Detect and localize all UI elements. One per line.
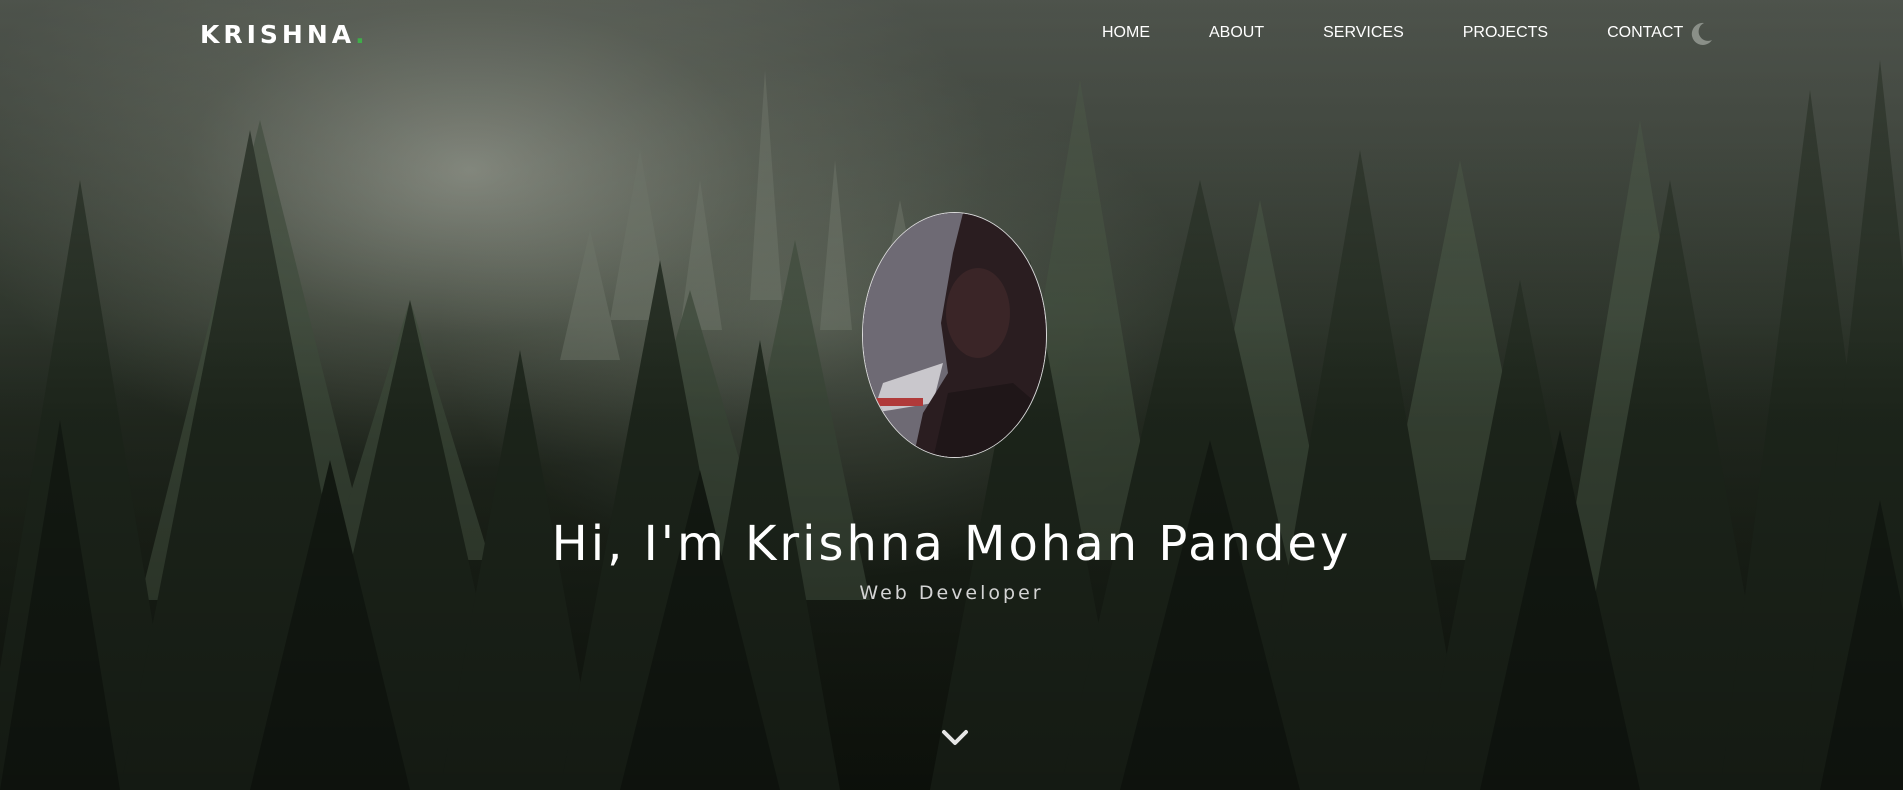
main-nav: HOME ABOUT SERVICES PROJECTS CONTACT	[1102, 24, 1742, 42]
hero-section: KRISHNA. HOME ABOUT SERVICES PROJECTS CO…	[0, 0, 1903, 790]
nav-item-services[interactable]: SERVICES	[1323, 24, 1404, 42]
brand-logo[interactable]: KRISHNA.	[200, 20, 365, 49]
nav-item-projects[interactable]: PROJECTS	[1463, 24, 1548, 42]
nav-item-about[interactable]: ABOUT	[1209, 24, 1264, 42]
scroll-down-button[interactable]	[940, 727, 970, 749]
nav-item-home[interactable]: HOME	[1102, 24, 1150, 42]
chevron-down-icon	[942, 730, 968, 745]
brand-name: KRISHNA	[200, 20, 356, 49]
brand-logo-dot: .	[355, 20, 365, 49]
theme-toggle-button[interactable]	[1687, 20, 1715, 48]
profile-photo	[862, 212, 1047, 458]
hero-subtitle: Web Developer	[859, 582, 1044, 604]
hero-title: Hi, I'm Krishna Mohan Pandey	[551, 516, 1352, 572]
nav-item-contact[interactable]: CONTACT	[1607, 24, 1683, 42]
moon-icon	[1691, 22, 1712, 45]
